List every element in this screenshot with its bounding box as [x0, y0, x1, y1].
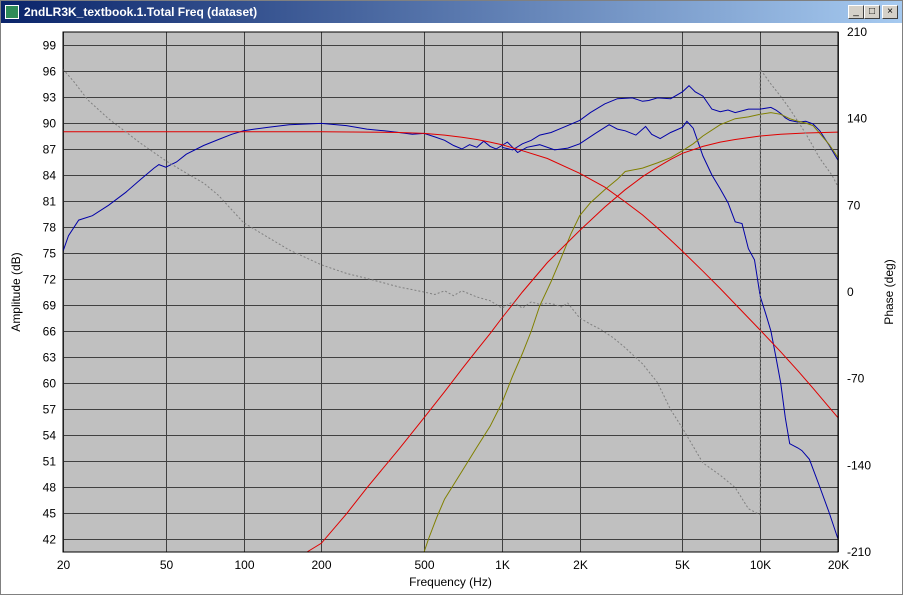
y-tick-label: 90	[43, 117, 57, 131]
y2-tick-label: -70	[847, 372, 865, 386]
y2-tick-label: 0	[847, 285, 854, 299]
y2-tick-label: -140	[847, 458, 871, 472]
x-tick-label: 500	[414, 558, 434, 572]
y-tick-label: 87	[43, 143, 57, 157]
y-tick-label: 42	[43, 533, 57, 547]
y-tick-label: 54	[43, 429, 57, 443]
x-tick-label: 20	[57, 558, 71, 572]
x-tick-label: 1K	[495, 558, 510, 572]
y-axis-label: Amplitude (dB)	[9, 252, 23, 331]
y-tick-label: 45	[43, 507, 57, 521]
y-tick-label: 51	[43, 455, 57, 469]
y-tick-label: 72	[43, 273, 57, 287]
x-axis-label: Frequency (Hz)	[409, 575, 492, 589]
x-tick-labels: 20 50 100 200 500 1K 2K 5K 10K 20K	[57, 558, 849, 572]
y-tick-label: 81	[43, 195, 57, 209]
y-tick-label: 99	[43, 39, 57, 53]
y2-tick-label: -210	[847, 545, 871, 559]
x-tick-label: 5K	[675, 558, 690, 572]
x-tick-label: 2K	[573, 558, 588, 572]
y-tick-label: 66	[43, 325, 57, 339]
y-tick-label: 78	[43, 221, 57, 235]
chart-window: 2ndLR3K_textbook.1.Total Freq (dataset) …	[0, 0, 903, 595]
y-tick-label: 93	[43, 91, 57, 105]
minimize-button[interactable]: _	[848, 5, 864, 19]
title-bar[interactable]: 2ndLR3K_textbook.1.Total Freq (dataset) …	[1, 1, 902, 23]
y-tick-label: 60	[43, 377, 57, 391]
x-tick-label: 20K	[828, 558, 849, 572]
y-tick-label: 84	[43, 169, 57, 183]
x-tick-label: 200	[311, 558, 331, 572]
maximize-button[interactable]: □	[864, 5, 880, 19]
y-tick-label: 96	[43, 65, 57, 79]
y-tick-label: 48	[43, 481, 57, 495]
close-button[interactable]: ×	[882, 5, 898, 19]
frequency-response-chart: 20 50 100 200 500 1K 2K 5K 10K 20K 99 96 93 90 87 84 81…	[9, 25, 896, 589]
y2-tick-label: 140	[847, 112, 867, 126]
window-title: 2ndLR3K_textbook.1.Total Freq (dataset)	[24, 5, 258, 19]
y-tick-label: 69	[43, 299, 57, 313]
y-tick-label: 57	[43, 403, 57, 417]
y2-axis-label: Phase (deg)	[882, 259, 896, 324]
y-tick-labels: 99 96 93 90 87 84 81 78 75 72 69 66 63 60 57 54 51 48 45 42	[43, 39, 57, 547]
y-tick-label: 75	[43, 247, 57, 261]
plot-area	[63, 32, 838, 552]
y2-tick-labels: 210 140 70 0 -70 -140 -210	[847, 25, 871, 559]
y2-tick-label: 70	[847, 198, 861, 212]
y2-tick-label: 210	[847, 25, 867, 39]
x-tick-label: 50	[160, 558, 174, 572]
y-tick-label: 63	[43, 351, 57, 365]
x-tick-label: 100	[234, 558, 254, 572]
app-icon[interactable]	[5, 5, 19, 19]
x-tick-label: 10K	[750, 558, 771, 572]
